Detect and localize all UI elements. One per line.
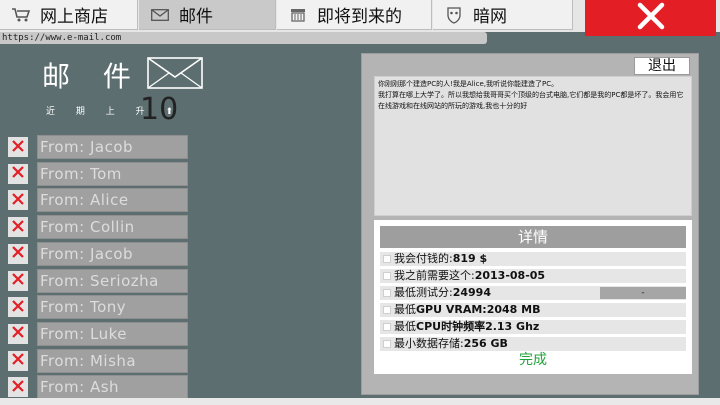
close-button[interactable] — [585, 0, 716, 36]
close-icon — [11, 298, 25, 317]
close-icon — [11, 138, 25, 157]
requirement-value: 2013-08-05 — [474, 269, 546, 282]
message-line: 我打算在哪上大学了。所以我想给我哥哥买个顶级的台式电脑,它们都是我的PC都是坏了… — [378, 91, 684, 99]
details-header: 详情 — [380, 226, 686, 248]
message-line: 在线游戏和在线网站的所玩的游戏,我也十分的好 — [378, 102, 528, 110]
tab-darknet[interactable]: 暗网 — [433, 0, 573, 30]
delete-button[interactable] — [8, 243, 28, 264]
list-item[interactable]: From: Collin — [8, 215, 190, 240]
delete-button[interactable] — [8, 190, 28, 211]
done-button[interactable]: 完成 — [374, 350, 692, 370]
delete-button[interactable] — [8, 270, 28, 291]
requirement-checkbox — [383, 306, 391, 314]
delete-button[interactable] — [8, 137, 28, 157]
close-icon — [11, 164, 25, 183]
requirement-value: CPU时钟频率2.13 Ghz — [416, 320, 540, 333]
delete-button[interactable] — [8, 163, 28, 184]
tab-mail[interactable]: 邮件 — [139, 0, 276, 30]
list-item[interactable]: From: Tony — [8, 295, 190, 320]
requirement-value: 819 $ — [452, 252, 488, 265]
tab-upcoming[interactable]: 即将到来的 — [277, 0, 432, 30]
mail-sender[interactable]: From: Ash — [37, 375, 188, 400]
requirement-label: 我之前需要这个: — [394, 269, 475, 282]
requirement-row: 最小数据存储:256 GB — [380, 337, 686, 351]
close-icon — [11, 324, 25, 343]
requirement-value: 24994 — [452, 286, 491, 299]
mail-sender[interactable]: From: Collin — [37, 215, 188, 240]
requirement-value: GPU VRAM:2048 MB — [416, 303, 541, 316]
requirement-label: 最低 — [394, 320, 416, 333]
requirement-checkbox — [383, 340, 391, 348]
delete-button[interactable] — [8, 297, 28, 318]
requirement-label: 最低测试分: — [394, 286, 453, 299]
tab-label: 网上商店 — [40, 7, 108, 27]
mail-sender[interactable]: From: Tony — [37, 295, 188, 320]
close-icon — [11, 244, 25, 263]
mail-sender[interactable]: From: Misha — [37, 348, 188, 373]
requirement-label: 最小数据存储: — [394, 337, 464, 350]
envelope-icon — [147, 57, 203, 93]
delete-button[interactable] — [8, 350, 28, 371]
mail-sender[interactable]: From: Luke — [37, 321, 188, 346]
details-box: 详情 我会付钱的:819 $ 我之前需要这个:2013-08-05 最低测试分:… — [374, 220, 692, 374]
logout-button[interactable]: 退出 — [634, 57, 690, 75]
mail-count: 10 — [140, 92, 179, 127]
close-icon — [11, 191, 25, 210]
mail-sender[interactable]: From: Jacob — [37, 241, 188, 266]
mail-sender[interactable]: From: Seriozha — [37, 268, 188, 293]
cart-icon — [10, 6, 32, 24]
list-item[interactable]: From: Luke — [8, 321, 190, 346]
close-icon — [11, 351, 25, 370]
bottom-strip — [0, 398, 720, 405]
message-line: 你刚刚那个建造PC的人!我是Alice,我听说你能建造了PC。 — [378, 80, 559, 88]
close-icon — [11, 378, 25, 397]
close-icon — [11, 271, 25, 290]
delete-button[interactable] — [8, 217, 28, 238]
requirement-checkbox — [383, 272, 391, 280]
mail-sender[interactable]: From: Tom — [37, 161, 188, 186]
page-title: 邮 件 — [42, 60, 143, 93]
close-icon — [11, 218, 25, 237]
tab-label: 邮件 — [179, 7, 213, 27]
requirement-row: 最低测试分:24994 - — [380, 286, 686, 300]
close-icon — [637, 2, 665, 34]
mask-icon — [443, 6, 465, 24]
list-item[interactable]: From: Alice — [8, 188, 190, 213]
list-item[interactable]: From: Jacob — [8, 241, 190, 266]
tab-label: 暗网 — [473, 7, 507, 27]
list-item[interactable]: From: Seriozha — [8, 268, 190, 293]
message-panel: 退出 你刚刚那个建造PC的人!我是Alice,我听说你能建造了PC。 我打算在哪… — [361, 53, 699, 395]
requirement-value: 256 GB — [463, 337, 508, 350]
mail-sender[interactable]: From: Jacob — [37, 135, 188, 159]
list-item[interactable]: From: Tom — [8, 161, 190, 186]
message-body: 你刚刚那个建造PC的人!我是Alice,我听说你能建造了PC。 我打算在哪上大学… — [374, 76, 692, 216]
benchmark-progress-bar: - — [600, 287, 686, 299]
requirement-label: 最低 — [394, 303, 416, 316]
list-item[interactable]: From: Misha — [8, 348, 190, 373]
tab-label: 即将到来的 — [317, 7, 402, 27]
requirement-label: 我会付钱的: — [394, 252, 453, 265]
url-bar: https://www.e-mail.com — [0, 32, 487, 44]
delete-button[interactable] — [8, 323, 28, 344]
list-item[interactable]: From: Ash — [8, 375, 190, 400]
requirement-row: 我会付钱的:819 $ — [380, 252, 686, 266]
list-item[interactable]: From: Jacob — [8, 135, 190, 159]
tab-online-store[interactable]: 网上商店 — [0, 0, 138, 30]
requirement-checkbox — [383, 323, 391, 331]
requirement-row: 最低CPU时钟频率2.13 Ghz — [380, 320, 686, 334]
requirement-checkbox — [383, 289, 391, 297]
delete-button[interactable] — [8, 377, 28, 398]
mail-sender[interactable]: From: Alice — [37, 188, 188, 213]
envelope-icon — [149, 6, 171, 24]
requirement-row: 我之前需要这个:2013-08-05 — [380, 269, 686, 283]
requirement-checkbox — [383, 255, 391, 263]
calendar-icon — [287, 6, 309, 24]
requirement-row: 最低GPU VRAM:2048 MB — [380, 303, 686, 317]
